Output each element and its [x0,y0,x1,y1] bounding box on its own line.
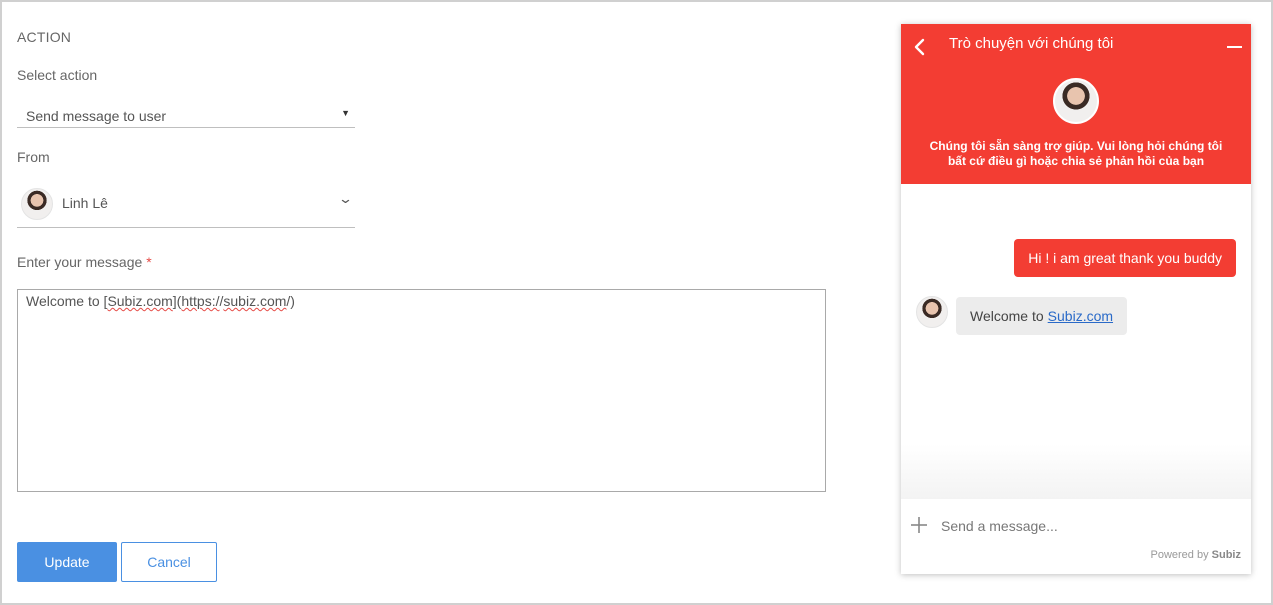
widget-header: Trò chuyện với chúng tôi Chúng tôi sẵn s… [901,24,1251,184]
widget-title: Trò chuyện với chúng tôi [949,35,1114,52]
plus-icon[interactable] [910,516,928,534]
chat-widget-preview: Trò chuyện với chúng tôi Chúng tôi sẵn s… [901,24,1251,574]
from-value: Linh Lê [62,195,108,211]
incoming-message-text: Welcome to [970,308,1044,324]
select-action-dropdown[interactable]: Send message to user ▼ [17,100,355,128]
message-label-text: Enter your message [17,254,143,270]
message-textarea[interactable]: Welcome to [Subiz.com](https://subiz.com… [17,289,826,492]
widget-agent-avatar [1053,78,1099,124]
widget-subtitle: Chúng tôi sẵn sàng trợ giúp. Vui lòng hỏ… [929,139,1223,168]
section-title: ACTION [17,29,72,45]
select-action-value: Send message to user [26,108,167,124]
message-link-text: Subiz.com [107,293,173,309]
incoming-message: Welcome to Subiz.com [956,297,1128,335]
required-mark: * [146,254,152,270]
message-suffix: /) [286,293,295,309]
chevron-down-icon: ⌄ [337,191,354,206]
message-label: Enter your message * [17,254,152,270]
update-button[interactable]: Update [17,542,117,582]
message-url-scheme: https:/ [181,293,220,309]
cancel-button[interactable]: Cancel [121,542,217,582]
from-dropdown[interactable]: Linh Lê ⌄ [17,180,355,228]
message-agent-avatar [916,296,948,328]
chat-message-input[interactable] [941,516,1231,536]
back-arrow-icon[interactable] [911,37,929,57]
caret-down-icon: ▼ [341,108,350,118]
message-url-host: subiz.com [223,293,287,309]
widget-footer: Powered by Subiz [901,499,1251,574]
powered-by: Powered by Subiz [1151,549,1242,561]
incoming-message-link[interactable]: Subiz.com [1048,308,1113,324]
from-label: From [17,149,50,165]
select-action-label: Select action [17,67,98,83]
outgoing-message: Hi ! i am great thank you buddy [1014,239,1236,277]
powered-brand: Subiz [1211,549,1241,561]
minimize-icon[interactable] [1227,38,1243,54]
powered-prefix: Powered by [1150,549,1209,561]
agent-avatar [21,188,53,220]
message-prefix: Welcome to [ [26,293,108,309]
messages-fade [901,444,1251,499]
